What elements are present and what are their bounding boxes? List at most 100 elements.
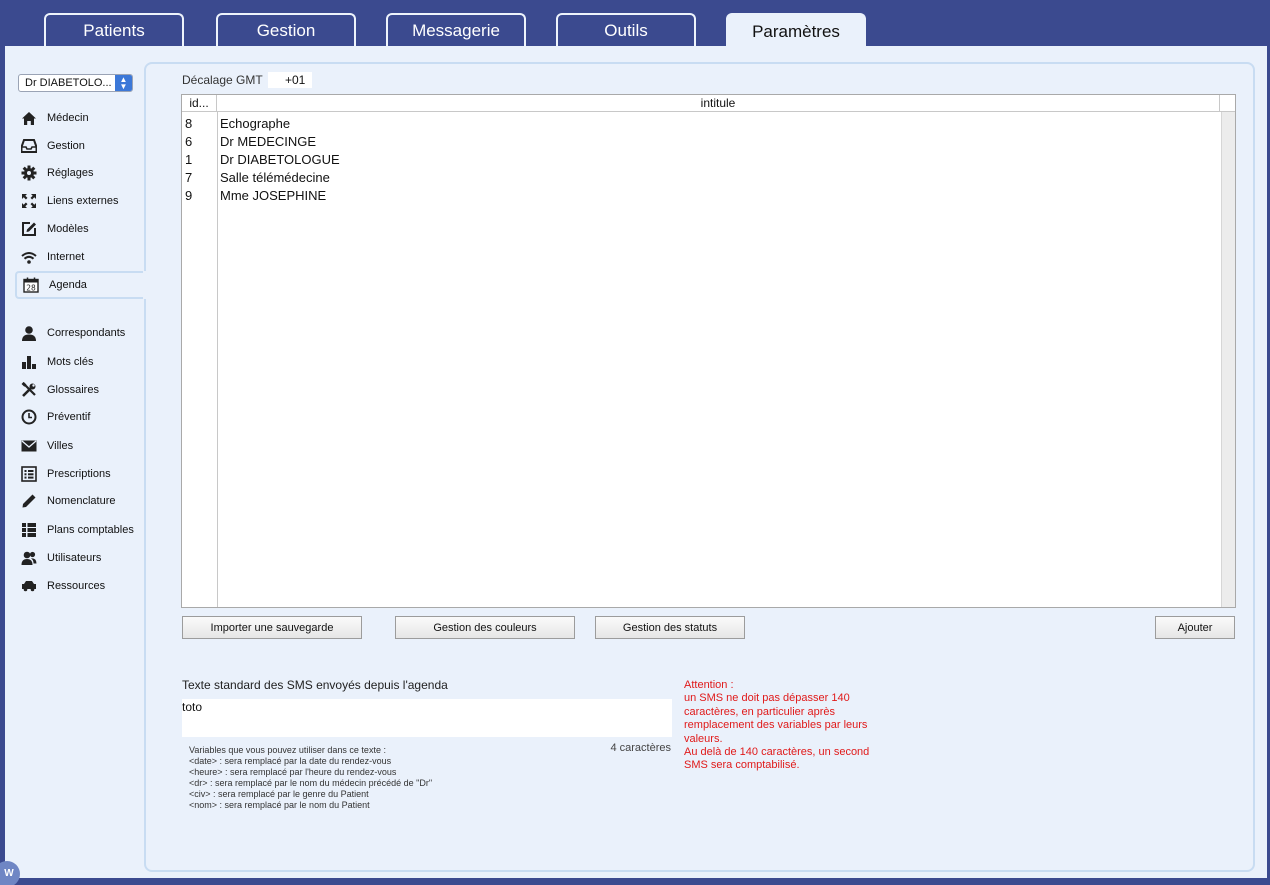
car-icon [20, 577, 38, 595]
warning-line: SMS sera comptabilisé. [684, 759, 800, 772]
sidebar-item-label: Gestion [47, 140, 85, 152]
warning-line: caractères, en particulier après [684, 705, 836, 718]
tab-messagerie[interactable]: Messagerie [386, 13, 526, 46]
table-row[interactable]: 6 Dr MEDECINGE [182, 132, 1220, 150]
home-icon [20, 109, 38, 127]
sidebar-item-preventif[interactable]: Préventif [15, 405, 145, 429]
column-header-id[interactable]: id... [182, 95, 217, 112]
inbox-icon [20, 137, 38, 155]
row-id: 9 [185, 188, 193, 203]
add-button[interactable]: Ajouter [1155, 616, 1235, 639]
table-row[interactable]: 1 Dr DIABETOLOGUE [182, 150, 1220, 168]
row-intitule: Dr MEDECINGE [220, 134, 317, 149]
table-header: id... intitule [182, 95, 1235, 112]
sidebar-item-label: Utilisateurs [47, 552, 102, 564]
select-arrows-icon: ▲ ▼ [115, 75, 132, 91]
envelope-icon [20, 437, 38, 455]
sidebar-item-gestion[interactable]: Gestion [15, 134, 145, 158]
table-row[interactable]: 9 Mme JOSEPHINE [182, 186, 1220, 204]
sidebar-item-modeles[interactable]: Modèles [15, 217, 145, 241]
row-intitule: Mme JOSEPHINE [220, 188, 327, 203]
sidebar-item-internet[interactable]: Internet [15, 245, 145, 269]
warning-line: Attention : [684, 679, 734, 691]
sidebar-item-villes[interactable]: Villes [15, 434, 145, 458]
tab-patients[interactable]: Patients [44, 13, 184, 46]
variables-line: <civ> : sera remplacé par le genre du Pa… [189, 789, 369, 799]
sidebar-item-label: Prescriptions [47, 468, 111, 480]
sms-text-input[interactable]: toto [182, 699, 672, 737]
warning-line: Au delà de 140 caractères, un second [684, 746, 870, 759]
table-row[interactable]: 8 Echographe [182, 114, 1220, 132]
sidebar-item-label: Villes [47, 440, 74, 452]
manage-statuses-button[interactable]: Gestion des statuts [595, 616, 745, 639]
sidebar-item-label: Internet [47, 251, 85, 263]
sidebar-item-label: Médecin [47, 112, 89, 124]
sms-variables-help: Variables que vous pouvez utiliser dans … [189, 745, 432, 811]
gear-icon [20, 164, 38, 182]
variables-line: <dr> : sera remplacé par le nom du médec… [189, 778, 433, 788]
row-id: 8 [185, 116, 193, 131]
sidebar-item-label: Mots clés [47, 356, 94, 368]
sidebar-item-medecin[interactable]: Médecin [15, 106, 145, 130]
sidebar-item-correspondants[interactable]: Correspondants [15, 321, 145, 345]
sidebar-item-label: Plans comptables [47, 524, 134, 536]
sidebar-item-label: Réglages [47, 167, 94, 179]
gmt-field[interactable]: +01 [268, 72, 312, 88]
tab-outils[interactable]: Outils [556, 13, 696, 46]
sidebar-item-label: Liens externes [47, 195, 119, 207]
grid-list-icon [20, 521, 38, 539]
sms-char-count: 4 caractères [610, 742, 671, 754]
sidebar-item-nomenclature[interactable]: Nomenclature [15, 489, 145, 513]
row-id: 1 [185, 152, 193, 167]
sidebar-item-prescriptions[interactable]: Prescriptions [15, 462, 145, 486]
sidebar-item-agenda[interactable]: 28 Agenda [15, 271, 148, 299]
table-scrollbar[interactable] [1221, 112, 1235, 607]
variables-line: Variables que vous pouvez utiliser dans … [189, 745, 386, 755]
row-id: 7 [185, 170, 193, 185]
sms-warning: Attention : un SMS ne doit pas dépasser … [684, 679, 904, 773]
sidebar-item-label: Correspondants [47, 327, 126, 339]
sidebar-item-label: Agenda [49, 279, 87, 291]
sidebar-item-utilisateurs[interactable]: Utilisateurs [15, 546, 145, 570]
row-intitule: Salle télémédecine [220, 170, 330, 185]
warning-line: valeurs. [684, 732, 723, 745]
warning-line: un SMS ne doit pas dépasser 140 [684, 692, 850, 705]
tab-parametres[interactable]: Paramètres [726, 13, 866, 48]
sidebar-item-ressources[interactable]: Ressources [15, 574, 145, 598]
sidebar-item-label: Glossaires [47, 384, 99, 396]
expand-icon [20, 192, 38, 210]
calendar-icon: 28 [22, 276, 40, 294]
variables-line: <nom> : sera remplacé par le nom du Pati… [189, 800, 370, 810]
tools-icon [20, 381, 38, 399]
column-header-intitule[interactable]: intitule [217, 95, 1220, 112]
gmt-label: Décalage GMT [182, 73, 263, 87]
sidebar-item-reglages[interactable]: Réglages [15, 161, 145, 185]
sidebar-item-plans-comptables[interactable]: Plans comptables [15, 518, 145, 542]
users-icon [20, 549, 38, 567]
warning-line: remplacement des variables par leurs [684, 719, 868, 732]
svg-text:28: 28 [26, 284, 36, 293]
bar-chart-icon [20, 353, 38, 371]
row-id: 6 [185, 134, 193, 149]
resources-table: id... intitule 8 Echographe 6 Dr MEDECIN… [181, 94, 1236, 608]
variables-line: <heure> : sera remplacé par l'heure du r… [189, 767, 397, 777]
row-intitule: Echographe [220, 116, 291, 131]
sidebar-item-mots-cles[interactable]: Mots clés [15, 350, 145, 374]
doctor-select[interactable]: Dr DIABETOLO... ▲ ▼ [18, 74, 133, 92]
person-icon [20, 324, 38, 342]
row-intitule: Dr DIABETOLOGUE [220, 152, 340, 167]
table-row[interactable]: 7 Salle télémédecine [182, 168, 1220, 186]
manage-colors-button[interactable]: Gestion des couleurs [395, 616, 575, 639]
import-backup-button[interactable]: Importer une sauvegarde [182, 616, 362, 639]
sidebar-item-label: Nomenclature [47, 495, 116, 507]
tab-gestion[interactable]: Gestion [216, 13, 356, 46]
variables-line: <date> : sera remplacé par la date du re… [189, 756, 392, 766]
sidebar-item-glossaires[interactable]: Glossaires [15, 378, 145, 402]
clock-icon [20, 408, 38, 426]
doctor-select-value: Dr DIABETOLO... [25, 77, 112, 89]
sidebar-item-label: Préventif [47, 411, 91, 423]
pencil-icon [20, 492, 38, 510]
sidebar-item-liens-externes[interactable]: Liens externes [15, 189, 145, 213]
edit-icon [20, 220, 38, 238]
sidebar-item-label: Ressources [47, 580, 106, 592]
